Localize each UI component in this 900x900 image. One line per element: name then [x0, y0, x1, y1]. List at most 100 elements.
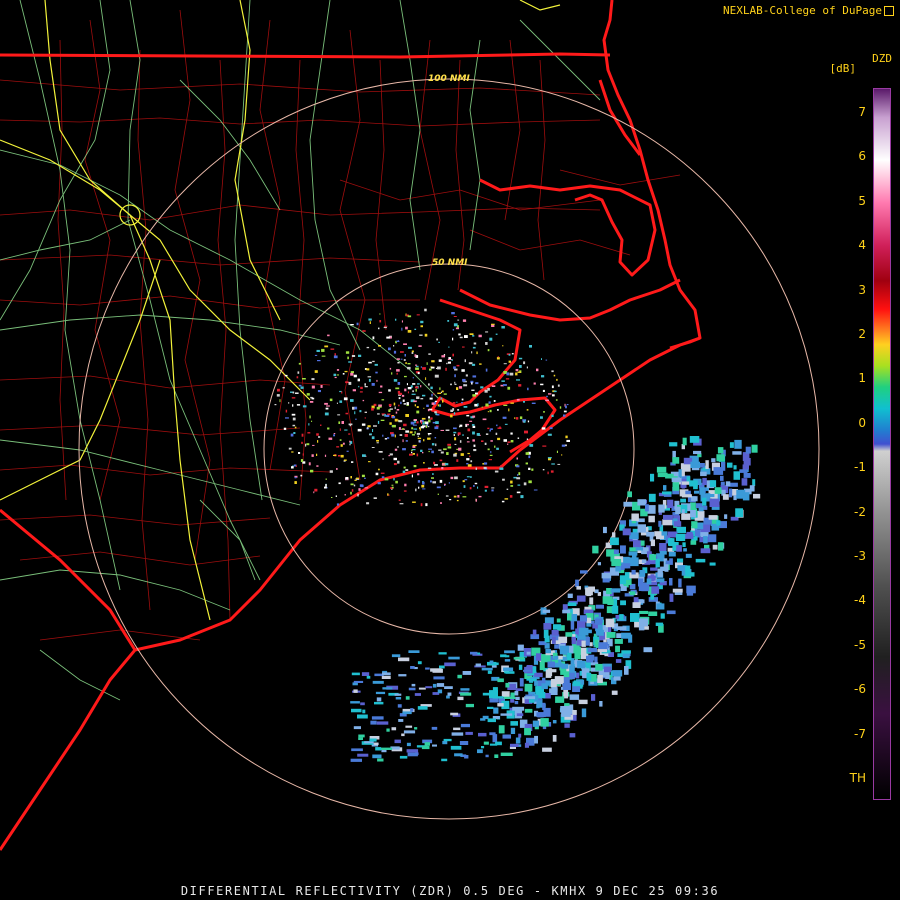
clutter-pixel	[411, 427, 414, 430]
clutter-pixel	[403, 343, 407, 345]
echo-pixel	[408, 650, 420, 653]
clutter-pixel	[402, 428, 405, 430]
echo-pixel	[656, 535, 664, 540]
clutter-pixel	[290, 433, 294, 437]
clutter-pixel	[510, 485, 514, 487]
echo-pixel	[371, 716, 384, 720]
clutter-pixel	[556, 450, 558, 453]
echo-pixel	[357, 714, 368, 719]
clutter-pixel	[360, 386, 363, 390]
clutter-pixel	[516, 457, 518, 460]
echo-pixel	[402, 711, 412, 715]
echo-pixel	[736, 489, 746, 499]
echo-pixel	[394, 693, 402, 696]
echo-pixel	[606, 632, 616, 638]
echo-pixel	[536, 712, 546, 718]
clutter-pixel	[311, 454, 314, 457]
echo-pixel	[454, 753, 463, 757]
clutter-pixel	[423, 407, 425, 409]
clutter-pixel	[515, 417, 519, 420]
clutter-pixel	[510, 440, 514, 443]
clutter-pixel	[367, 425, 371, 428]
clutter-pixel	[503, 363, 507, 365]
clutter-pixel	[428, 448, 432, 450]
clutter-pixel	[282, 387, 285, 389]
clutter-pixel	[285, 417, 289, 419]
clutter-pixel	[445, 495, 449, 497]
clutter-pixel	[301, 441, 303, 444]
clutter-pixel	[354, 411, 356, 415]
clutter-pixel	[415, 365, 419, 367]
echo-pixel	[398, 674, 407, 677]
clutter-pixel	[292, 391, 295, 394]
echo-pixel	[658, 520, 662, 527]
clutter-pixel	[504, 498, 509, 500]
echo-pixel	[504, 650, 515, 654]
clutter-pixel	[377, 482, 381, 485]
clutter-pixel	[469, 333, 474, 335]
echo-pixel	[612, 670, 623, 677]
echo-pixel	[729, 488, 733, 498]
clutter-pixel	[339, 428, 341, 431]
echo-pixel	[700, 471, 707, 477]
echo-pixel	[489, 698, 499, 703]
clutter-pixel	[494, 445, 496, 448]
echo-pixel	[571, 636, 576, 645]
clutter-pixel	[407, 363, 411, 365]
clutter-pixel	[499, 467, 504, 470]
echo-pixel	[459, 741, 469, 745]
echo-pixel	[514, 690, 519, 696]
echo-pixel	[567, 612, 572, 621]
clutter-pixel	[307, 432, 311, 434]
clutter-pixel	[311, 397, 315, 400]
clutter-pixel	[371, 383, 375, 386]
clutter-pixel	[466, 441, 470, 443]
echo-pixel	[648, 611, 658, 616]
range-rings	[78, 78, 820, 820]
echo-pixel	[438, 652, 447, 655]
echo-pixel	[398, 719, 404, 722]
echo-pixel	[391, 654, 401, 658]
echo-pixel	[576, 586, 581, 590]
echo-pixel	[475, 663, 481, 667]
clutter-pixel	[383, 326, 387, 329]
echo-pixel	[407, 752, 418, 757]
echo-pixel	[655, 622, 664, 626]
echo-pixel	[615, 566, 621, 572]
clutter-pixel	[423, 462, 425, 464]
echo-pixel	[565, 632, 573, 637]
clutter-pixel	[443, 393, 447, 395]
clutter-pixel	[464, 335, 468, 338]
clutter-pixel	[348, 423, 353, 426]
clutter-pixel	[393, 478, 395, 481]
clutter-pixel	[427, 425, 430, 428]
clutter-pixel	[413, 419, 417, 421]
clutter-pixel	[541, 358, 542, 360]
clutter-pixel	[488, 401, 491, 404]
echo-pixel	[682, 437, 687, 446]
clutter-pixel	[466, 458, 470, 461]
clutter-pixel	[353, 484, 356, 487]
clutter-pixel	[506, 488, 509, 490]
clutter-pixel	[549, 427, 553, 430]
clutter-pixel	[431, 402, 435, 405]
clutter-pixel	[371, 447, 375, 448]
echo-pixel	[684, 533, 694, 539]
echo-pixel	[405, 725, 413, 728]
clutter-pixel	[346, 450, 349, 452]
clutter-pixel	[426, 469, 429, 471]
clutter-pixel	[414, 404, 416, 407]
clutter-pixel	[413, 400, 417, 403]
clutter-pixel	[389, 453, 393, 456]
clutter-pixel	[300, 474, 303, 477]
echo-pixel	[353, 726, 361, 730]
echo-pixel	[662, 519, 673, 526]
clutter-pixel	[396, 340, 400, 342]
echo-pixel	[586, 617, 592, 624]
echo-pixel	[376, 697, 382, 702]
echo-pixel	[553, 624, 562, 630]
clutter-pixel	[470, 460, 473, 463]
clutter-pixel	[327, 334, 330, 337]
echo-pixel	[732, 451, 742, 455]
echo-pixel	[717, 447, 724, 454]
